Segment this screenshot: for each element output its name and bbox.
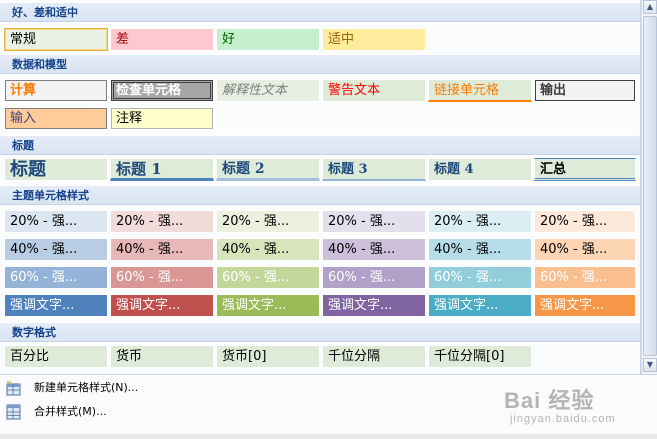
watermark-url: jingyan.baidu.com (510, 413, 616, 425)
vertical-scrollbar[interactable]: ▲ ▼ (641, 0, 657, 374)
style-accent3[interactable]: 强调文字... (216, 294, 320, 317)
style-40-accent2[interactable]: 40% - 强... (110, 238, 214, 261)
style-check-cell[interactable]: 检查单元格 (110, 79, 214, 102)
style-heading-4[interactable]: 标题 4 (428, 158, 532, 181)
style-heading-3[interactable]: 标题 3 (322, 158, 426, 181)
style-60-accent5[interactable]: 60% - 强... (428, 266, 532, 289)
style-currency[interactable]: 货币 (110, 345, 214, 368)
merge-styles-icon (6, 404, 21, 420)
style-good[interactable]: 好 (216, 28, 320, 51)
style-input[interactable]: 输入 (4, 107, 108, 130)
scrollbar-thumb[interactable] (643, 16, 657, 356)
new-cell-style-label: 新建单元格样式(N)... (34, 381, 139, 394)
section-header-number-format: 数字格式 (0, 322, 640, 342)
style-linked-cell[interactable]: 链接单元格 (428, 79, 532, 102)
style-20-accent5[interactable]: 20% - 强... (428, 210, 532, 233)
style-20-accent6[interactable]: 20% - 强... (534, 210, 636, 233)
style-60-accent3[interactable]: 60% - 强... (216, 266, 320, 289)
style-accent5[interactable]: 强调文字... (428, 294, 532, 317)
style-40-accent1[interactable]: 40% - 强... (4, 238, 108, 261)
cell-styles-gallery: 好、差和适中 常规 差 好 适中 数据和模型 计算 检查单元格 解释性文本 警告… (0, 0, 641, 374)
style-accent1[interactable]: 强调文字... (4, 294, 108, 317)
style-output[interactable]: 输出 (534, 79, 636, 102)
new-style-icon (6, 380, 21, 396)
style-20-accent2[interactable]: 20% - 强... (110, 210, 214, 233)
style-accent4[interactable]: 强调文字... (322, 294, 426, 317)
style-calculation[interactable]: 计算 (4, 79, 108, 102)
section-header-titles: 标题 (0, 135, 640, 155)
style-percent[interactable]: 百分比 (4, 345, 108, 368)
section-header-theme-styles: 主题单元格样式 (0, 185, 640, 205)
style-note[interactable]: 注释 (110, 107, 214, 130)
style-40-accent3[interactable]: 40% - 强... (216, 238, 320, 261)
section-header-good-bad-neutral: 好、差和适中 (0, 2, 640, 22)
style-60-accent6[interactable]: 60% - 强... (534, 266, 636, 289)
style-heading-2[interactable]: 标题 2 (216, 158, 320, 181)
bottom-edge (0, 434, 657, 439)
style-comma[interactable]: 千位分隔 (322, 345, 426, 368)
style-explanatory-text[interactable]: 解释性文本 (216, 79, 320, 102)
section-header-data-model: 数据和模型 (0, 54, 640, 74)
scroll-up-arrow-icon[interactable]: ▲ (643, 0, 657, 14)
style-title[interactable]: 标题 (4, 158, 108, 181)
style-20-accent4[interactable]: 20% - 强... (322, 210, 426, 233)
style-accent6[interactable]: 强调文字... (534, 294, 636, 317)
style-bad[interactable]: 差 (110, 28, 214, 51)
style-60-accent2[interactable]: 60% - 强... (110, 266, 214, 289)
style-40-accent4[interactable]: 40% - 强... (322, 238, 426, 261)
watermark-brand: Bai 经验 (504, 388, 595, 413)
style-comma-0[interactable]: 千位分隔[0] (428, 345, 532, 368)
style-20-accent3[interactable]: 20% - 强... (216, 210, 320, 233)
style-warning-text[interactable]: 警告文本 (322, 79, 426, 102)
scroll-down-arrow-icon[interactable]: ▼ (643, 358, 657, 372)
baidu-jingyan-watermark: Bai 经验 jingyan.baidu.com (504, 383, 654, 433)
style-accent2[interactable]: 强调文字... (110, 294, 214, 317)
style-currency-0[interactable]: 货币[0] (216, 345, 320, 368)
style-40-accent6[interactable]: 40% - 强... (534, 238, 636, 261)
merge-styles-label: 合并样式(M)... (34, 405, 107, 418)
style-normal[interactable]: 常规 (4, 28, 108, 51)
style-60-accent1[interactable]: 60% - 强... (4, 266, 108, 289)
style-60-accent4[interactable]: 60% - 强... (322, 266, 426, 289)
style-40-accent5[interactable]: 40% - 强... (428, 238, 532, 261)
style-20-accent1[interactable]: 20% - 强... (4, 210, 108, 233)
style-heading-1[interactable]: 标题 1 (110, 158, 214, 181)
style-neutral[interactable]: 适中 (322, 28, 426, 51)
style-total[interactable]: 汇总 (534, 158, 636, 181)
